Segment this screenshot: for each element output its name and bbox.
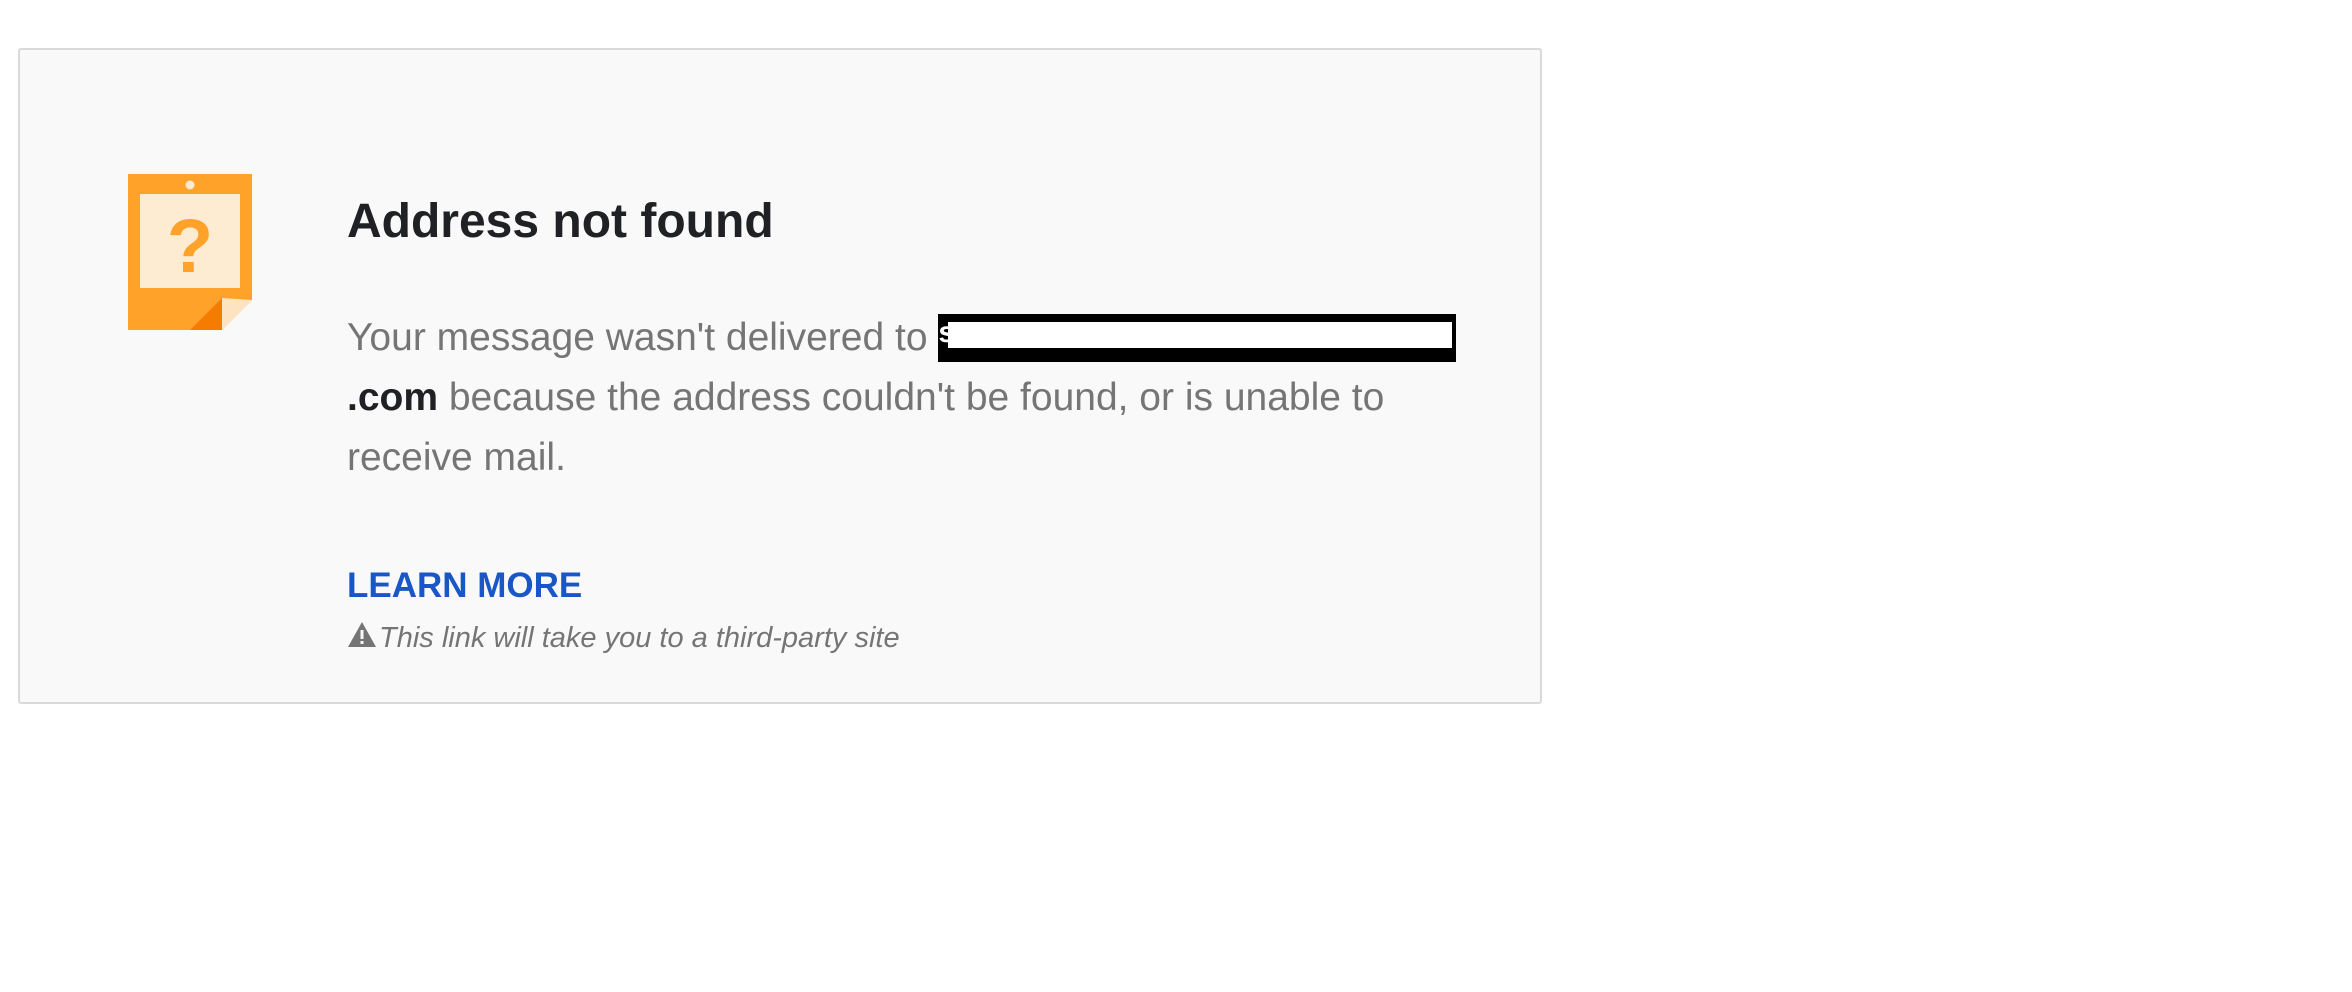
third-party-notice-text: This link will take you to a third-party… <box>379 622 900 654</box>
message-suffix: because the address couldn't be found, o… <box>347 376 1385 479</box>
svg-text:?: ? <box>167 204 213 289</box>
message-prefix: Your message wasn't delivered to <box>347 316 939 359</box>
page-title: Address not found <box>347 195 774 248</box>
bounce-content: Address not found Your message wasn't de… <box>347 192 1527 658</box>
redacted-recipient-address: s <box>938 314 1457 362</box>
bounce-message: Your message wasn't delivered to s .com b… <box>347 308 1507 488</box>
recipient-domain-suffix: .com <box>347 376 439 419</box>
third-party-notice: This link will take you to a third-party… <box>347 618 1527 658</box>
learn-more-link[interactable]: LEARN MORE <box>347 564 582 608</box>
bounce-notice-card: ? Address not found Your message wasn't … <box>18 48 1542 704</box>
question-note-icon: ? <box>128 174 252 330</box>
warning-triangle-icon <box>347 620 377 648</box>
